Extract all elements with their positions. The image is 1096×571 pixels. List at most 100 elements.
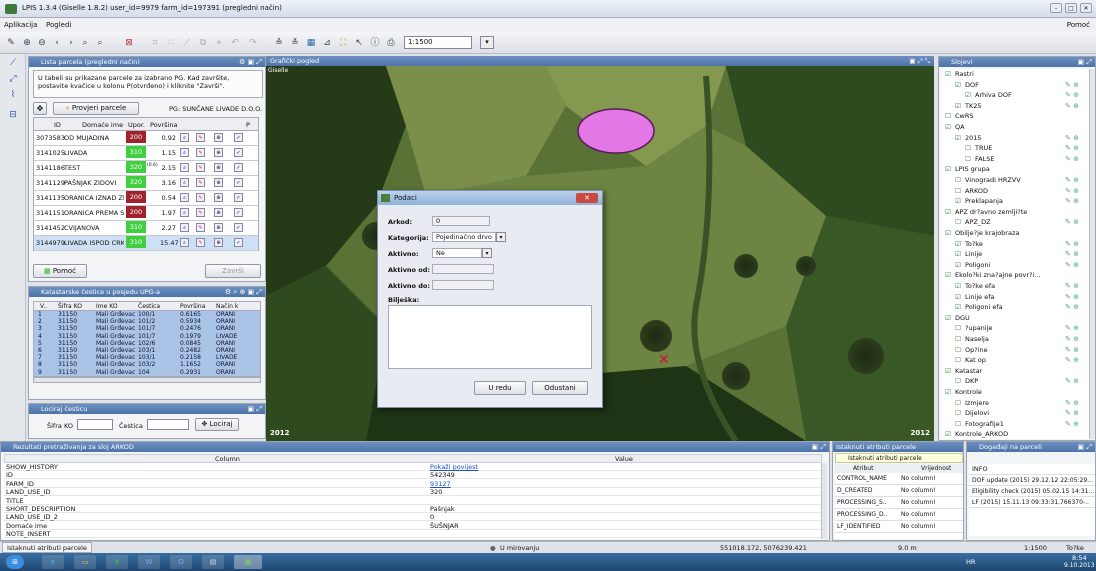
print-icon[interactable]: ⎙: [384, 36, 398, 50]
layer-visibility-checkbox[interactable]: ☑: [955, 249, 961, 259]
zoom-to-parcel-icon[interactable]: ⌕: [180, 163, 189, 172]
table-row[interactable]: 4 31150 Mali Grđevac 101/7 0.1979 LIVADE: [34, 333, 260, 340]
layer-item[interactable]: ☑ Poligoni ✎ ⊕: [941, 260, 1089, 270]
layer-visibility-checkbox[interactable]: ☑: [945, 387, 951, 397]
table-row[interactable]: CONTROL_NAME No column!: [835, 473, 963, 485]
result-value[interactable]: Pokaži povijest: [430, 463, 478, 471]
layer-visibility-checkbox[interactable]: ☑: [945, 270, 951, 280]
layer-visibility-checkbox[interactable]: ☐: [945, 111, 951, 121]
layer-style-icon[interactable]: ✎ ⊕: [1065, 186, 1089, 196]
edit-parcel-icon[interactable]: ✎: [196, 238, 205, 247]
zoom-to-parcel-icon[interactable]: ⌕: [180, 193, 189, 202]
layer-style-icon[interactable]: ✎ ⊕: [1065, 419, 1089, 429]
col-upor[interactable]: Upor.: [128, 121, 145, 129]
locate-button[interactable]: ✥ Lociraj: [195, 418, 239, 431]
selected-point-marker[interactable]: ✕: [658, 352, 670, 368]
layer-visibility-checkbox[interactable]: ☑: [955, 133, 961, 143]
word-icon[interactable]: W: [138, 555, 160, 569]
search-icon[interactable]: ⌕: [93, 36, 107, 50]
layer-item[interactable]: ☐ CwRS: [941, 111, 1089, 121]
parcel-info-icon[interactable]: ⊕: [214, 238, 223, 247]
table-row[interactable]: 7 31150 Mali Grđevac 103/1 0.2158 LIVADE: [34, 354, 260, 361]
layer-item[interactable]: ☐ Naselja ✎ ⊕: [941, 334, 1089, 344]
layer-visibility-checkbox[interactable]: ☐: [955, 355, 961, 365]
table-row[interactable]: 9 31150 Mali Grđevac 104 0.2931 ORANI: [34, 369, 260, 376]
layer-visibility-checkbox[interactable]: ☐: [955, 186, 961, 196]
edit-parcel-icon[interactable]: ✎: [196, 223, 205, 232]
table-row[interactable]: TITLE: [4, 497, 822, 505]
instant-col-value[interactable]: Vrijednost: [921, 465, 951, 472]
edit-parcel-icon[interactable]: ✎: [196, 133, 205, 142]
select-icon[interactable]: ⛶: [336, 36, 350, 50]
measure-icon[interactable]: ⊿: [320, 36, 334, 50]
layer-item[interactable]: ☑ DOF ✎ ⊕: [941, 80, 1089, 90]
layer-item[interactable]: ☐ TRUE ✎ ⊕: [941, 143, 1089, 153]
finish-button[interactable]: Završi: [205, 264, 261, 278]
layer-item[interactable]: ☐ Op?ine ✎ ⊕: [941, 345, 1089, 355]
panel-controls-icon[interactable]: ▣ ⤢: [1078, 442, 1092, 452]
zoom-to-parcel-icon[interactable]: ⌕: [180, 208, 189, 217]
ko-input[interactable]: [77, 419, 113, 430]
close-button[interactable]: ✕: [1080, 3, 1092, 13]
layer-item[interactable]: ☐ Dijelovi ✎ ⊕: [941, 408, 1089, 418]
layer-item[interactable]: ☑ Ekolo?ki zna?ajne povr?i...: [941, 270, 1089, 280]
cad-col-name[interactable]: Ime KO: [96, 303, 118, 310]
layer-item[interactable]: ☑ LPIS grupa: [941, 164, 1089, 174]
table-row[interactable]: 2 31150 Mali Grđevac 101/2 0.5934 ORANI: [34, 318, 260, 325]
forward-icon[interactable]: ›: [64, 36, 78, 50]
layer-style-icon[interactable]: ✎ ⊕: [1065, 408, 1089, 418]
layer-visibility-checkbox[interactable]: ☑: [955, 196, 961, 206]
col-confirmed[interactable]: P: [246, 121, 250, 129]
zoom-to-parcel-icon[interactable]: ⌕: [180, 133, 189, 142]
parcel-info-icon[interactable]: ⊕: [214, 208, 223, 217]
layer-item[interactable]: ☑ 2015 ✎ ⊕: [941, 133, 1089, 143]
zoom-in-icon[interactable]: ⊕: [20, 36, 34, 50]
layer-visibility-checkbox[interactable]: ☑: [955, 101, 961, 111]
confirm-checkbox[interactable]: ✓: [234, 148, 243, 157]
active-dropdown-icon[interactable]: ▾: [482, 248, 492, 258]
event-item[interactable]: Eligibility check (2015) 05.02.15 14:31.…: [969, 486, 1095, 497]
layer-item[interactable]: ☑ Kontrole_ARKOD: [941, 429, 1089, 439]
layer-visibility-checkbox[interactable]: ☑: [955, 260, 961, 270]
layer-item[interactable]: ☐ Izmjere ✎ ⊕: [941, 398, 1089, 408]
delete-icon[interactable]: ⊠: [122, 36, 136, 50]
layer-visibility-checkbox[interactable]: ☐: [965, 143, 971, 153]
layer-item[interactable]: ☑ Linije ✎ ⊕: [941, 249, 1089, 259]
panel-controls-icon[interactable]: ⚙ ▣ ⤢: [239, 57, 262, 67]
cad-col-parcel[interactable]: Čestica: [138, 303, 160, 310]
layer-item[interactable]: ☐ Kat op ✎ ⊕: [941, 355, 1089, 365]
split-icon[interactable]: ∷: [164, 36, 178, 50]
confirm-checkbox[interactable]: ✓: [234, 223, 243, 232]
layer-style-icon[interactable]: ✎ ⊕: [1065, 323, 1089, 333]
edit-parcel-icon[interactable]: ✎: [196, 208, 205, 217]
table-row[interactable]: SHOW_HISTORY Pokaži povijest: [4, 463, 822, 471]
panel-controls-icon[interactable]: ▣ ⤢: [1078, 57, 1092, 67]
layer-visibility-checkbox[interactable]: ☐: [955, 408, 961, 418]
layer-style-icon[interactable]: ✎ ⊕: [1065, 175, 1089, 185]
panel-controls-icon[interactable]: ▣ ⤢: [248, 404, 262, 414]
table-row[interactable]: FARM_ID 93127: [4, 480, 822, 488]
table-row[interactable]: 6 31150 Mali Grđevac 103/1 0.2482 ORANI: [34, 347, 260, 354]
edit-parcel-icon[interactable]: ✎: [196, 163, 205, 172]
confirm-checkbox[interactable]: ✓: [234, 208, 243, 217]
layer-item[interactable]: ☐ FALSE ✎ ⊕: [941, 154, 1089, 164]
dialog-close-button[interactable]: ✕: [576, 193, 598, 203]
layer-visibility-checkbox[interactable]: ☑: [945, 122, 951, 132]
layer-visibility-checkbox[interactable]: ☐: [955, 376, 961, 386]
instant-col-attribute[interactable]: Atribut: [853, 465, 873, 472]
layer-style-icon[interactable]: ✎ ⊕: [1065, 355, 1089, 365]
start-button-icon[interactable]: ⊞: [6, 555, 24, 569]
layer-style-icon[interactable]: ✎ ⊕: [1065, 260, 1089, 270]
pencil-icon[interactable]: ⟋: [6, 58, 20, 72]
pencil-icon[interactable]: ✎: [4, 36, 18, 50]
layer-style-icon[interactable]: ✎ ⊕: [1065, 376, 1089, 386]
clock-time[interactable]: 8:54: [1072, 554, 1087, 562]
zoom-to-parcel-icon[interactable]: ⌕: [180, 148, 189, 157]
merge-icon[interactable]: ⧉: [196, 36, 210, 50]
cad-col-ko[interactable]: Šifra KO: [58, 303, 82, 310]
zoom-out-icon[interactable]: ⊖: [35, 36, 49, 50]
document-icon[interactable]: ▤: [202, 555, 224, 569]
layer-style-icon[interactable]: ✎ ⊕: [1065, 217, 1089, 227]
settings-button[interactable]: ✥: [33, 102, 47, 115]
lpis-app-icon[interactable]: ▦: [234, 555, 262, 569]
